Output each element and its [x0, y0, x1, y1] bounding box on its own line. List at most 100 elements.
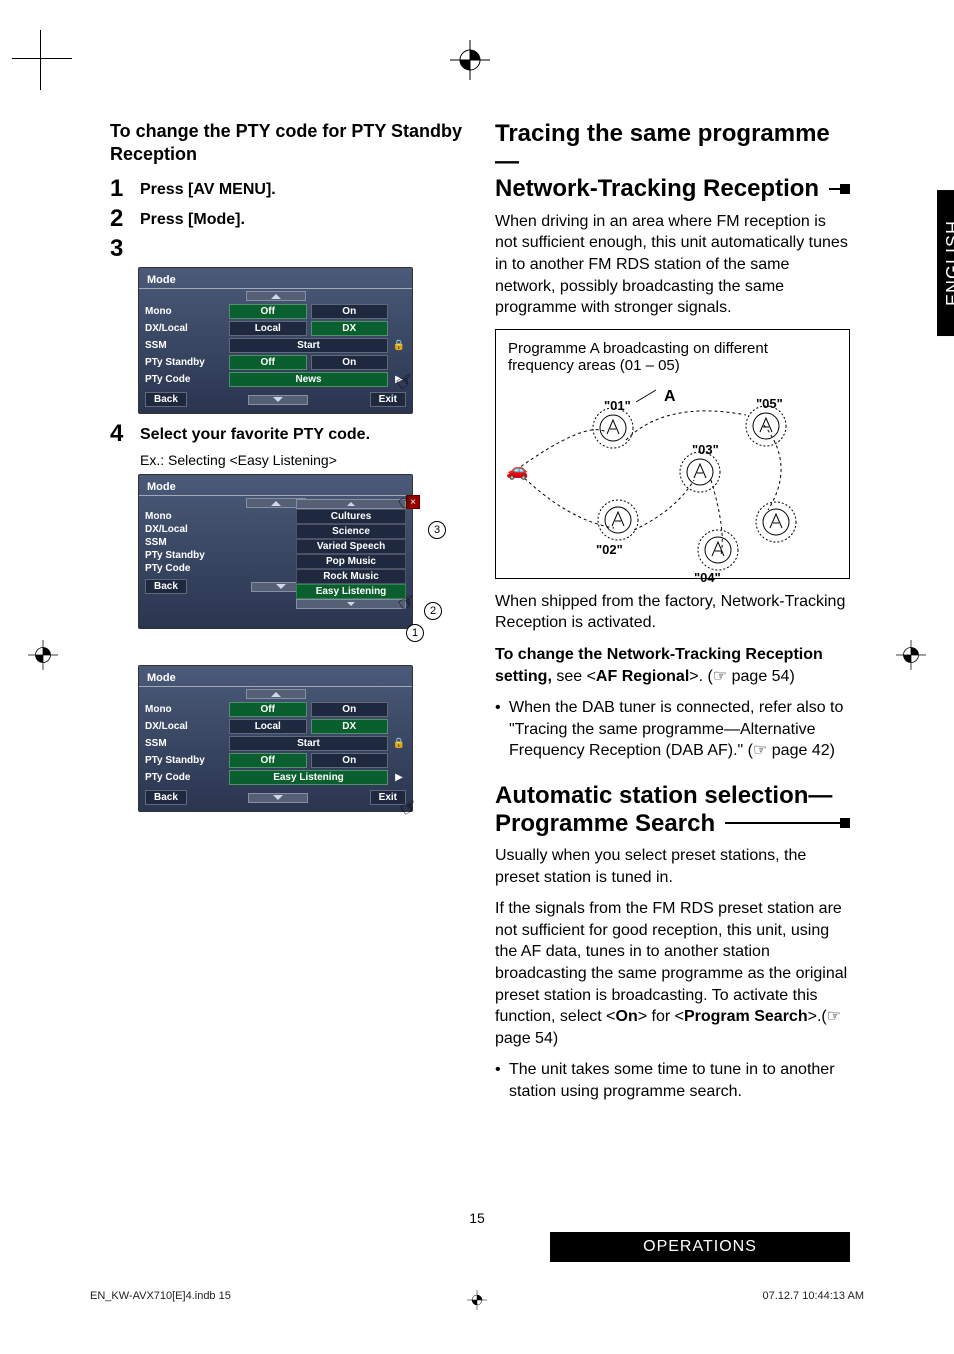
bullet-item: The unit takes some time to tune in to a… — [509, 1059, 850, 1102]
body-text: If the signals from the FM RDS preset st… — [495, 898, 850, 1049]
option-start[interactable]: Start — [229, 338, 388, 353]
option-on[interactable]: On — [311, 355, 389, 370]
scroll-down-icon[interactable] — [248, 395, 308, 405]
back-button[interactable]: Back — [145, 392, 187, 407]
step-3: 3 — [110, 237, 465, 261]
list-item[interactable]: Pop Music — [296, 554, 406, 569]
mode-panel-1: Mode Mono Off On DX/Local Local DX SSM S… — [138, 267, 413, 414]
row-label: PTy Standby — [145, 550, 225, 561]
pty-code-list: × Cultures Science Varied Speech Pop Mus… — [296, 499, 406, 609]
row-label: PTy Code — [145, 374, 225, 385]
expand-icon[interactable]: ▶ — [392, 772, 406, 783]
footer-right: 07.12.7 10:44:13 AM — [762, 1290, 864, 1302]
list-item[interactable]: Varied Speech — [296, 539, 406, 554]
car-icon: 🚗 — [506, 460, 528, 481]
text: >. (☞ page 54) — [689, 668, 795, 685]
back-button[interactable]: Back — [145, 790, 187, 805]
bold-text: AF Regional — [596, 668, 689, 685]
option-on[interactable]: On — [311, 304, 389, 319]
row-label: PTy Standby — [145, 357, 225, 368]
bullet-item: When the DAB tuner is connected, refer a… — [509, 697, 850, 762]
heading-line: Tracing the same programme— — [495, 120, 830, 175]
row-label: SSM — [145, 340, 225, 351]
lock-icon: 🔒 — [392, 738, 406, 749]
step-text: Select your favorite PTY code. — [140, 422, 370, 444]
cursor-hand-icon — [396, 369, 418, 391]
cursor-hand-icon — [400, 795, 422, 817]
antenna-label: "03" — [692, 442, 719, 457]
option-dx[interactable]: DX — [311, 321, 389, 336]
antenna-icon — [754, 500, 798, 544]
heading-rule-icon — [725, 822, 850, 824]
list-item[interactable]: Cultures — [296, 509, 406, 524]
body-text: When driving in an area where FM recepti… — [495, 211, 850, 319]
option-local[interactable]: Local — [229, 719, 307, 734]
antenna-label: "01" — [604, 398, 631, 413]
mode-panel-2: Mode Mono DX/Local SSM PTy Standby PTy C… — [138, 474, 413, 629]
row-label: Mono — [145, 704, 225, 715]
callout-1: 1 — [406, 624, 424, 642]
step-1: 1 Press [AV MENU]. — [110, 177, 465, 201]
antenna-label: "04" — [694, 570, 721, 585]
antenna-label: "02" — [596, 542, 623, 557]
bold-text: Program Search — [684, 1008, 808, 1025]
row-label: PTy Code — [145, 772, 225, 783]
crop-mark — [12, 58, 72, 59]
network-tracking-diagram: Programme A broadcasting on different fr… — [495, 329, 850, 579]
crop-mark — [40, 30, 70, 90]
cursor-hand-icon — [398, 489, 420, 511]
option-news[interactable]: News — [229, 372, 388, 387]
heading-line: Network-Tracking Reception — [495, 175, 819, 203]
step-number: 1 — [110, 177, 130, 201]
list-scroll-up-icon[interactable] — [296, 499, 406, 509]
option-on[interactable]: On — [311, 753, 389, 768]
list-item[interactable]: Rock Music — [296, 569, 406, 584]
list-item[interactable]: Science — [296, 524, 406, 539]
list-scroll-down-icon[interactable] — [296, 599, 406, 609]
option-off[interactable]: Off — [229, 702, 307, 717]
row-label: DX/Local — [145, 721, 225, 732]
exit-button[interactable]: Exit — [370, 392, 406, 407]
option-off[interactable]: Off — [229, 753, 307, 768]
mode-panel-title: Mode — [139, 670, 412, 687]
print-footer: EN_KW-AVX710[E]4.indb 15 07.12.7 10:44:1… — [90, 1290, 864, 1302]
row-label: Mono — [145, 511, 225, 522]
left-heading: To change the PTY code for PTY Standby R… — [110, 120, 465, 165]
text: If the signals from the FM RDS preset st… — [495, 900, 847, 1025]
list-item-selected[interactable]: Easy Listening — [296, 584, 406, 599]
option-easy-listening[interactable]: Easy Listening — [229, 770, 388, 785]
scroll-down-icon[interactable] — [248, 793, 308, 803]
antenna-label: "05" — [756, 396, 783, 411]
option-off[interactable]: Off — [229, 304, 307, 319]
step-4-caption: Ex.: Selecting <Easy Listening> — [140, 452, 465, 468]
option-local[interactable]: Local — [229, 321, 307, 336]
step-text: Press [AV MENU]. — [140, 177, 276, 199]
scroll-up-icon[interactable] — [246, 689, 306, 699]
row-label: Mono — [145, 306, 225, 317]
heading-line: Automatic station selection— — [495, 782, 832, 809]
registration-mark-icon — [467, 1290, 487, 1313]
back-button[interactable]: Back — [145, 579, 187, 594]
registration-mark-icon — [450, 40, 490, 80]
bold-text: On — [616, 1008, 638, 1025]
option-start[interactable]: Start — [229, 736, 388, 751]
row-label: DX/Local — [145, 323, 225, 334]
registration-mark-icon — [896, 640, 926, 670]
row-label: SSM — [145, 738, 225, 749]
option-off[interactable]: Off — [229, 355, 307, 370]
lock-icon: 🔒 — [392, 340, 406, 351]
text: see < — [552, 668, 596, 685]
option-dx[interactable]: DX — [311, 719, 389, 734]
row-label: SSM — [145, 537, 225, 548]
row-label: PTy Standby — [145, 755, 225, 766]
scroll-up-icon[interactable] — [246, 291, 306, 301]
section-heading-auto: Automatic station selection— Programme S… — [495, 782, 850, 837]
antenna-icon — [596, 498, 640, 542]
step-text: Press [Mode]. — [140, 207, 245, 229]
body-text: When shipped from the factory, Network-T… — [495, 591, 850, 634]
heading-rule-icon — [829, 188, 850, 190]
body-text: To change the Network-Tracking Reception… — [495, 644, 850, 687]
registration-mark-icon — [28, 640, 58, 670]
option-on[interactable]: On — [311, 702, 389, 717]
mode-panel-3: Mode Mono Off On DX/Local Local DX SSM S… — [138, 665, 413, 812]
